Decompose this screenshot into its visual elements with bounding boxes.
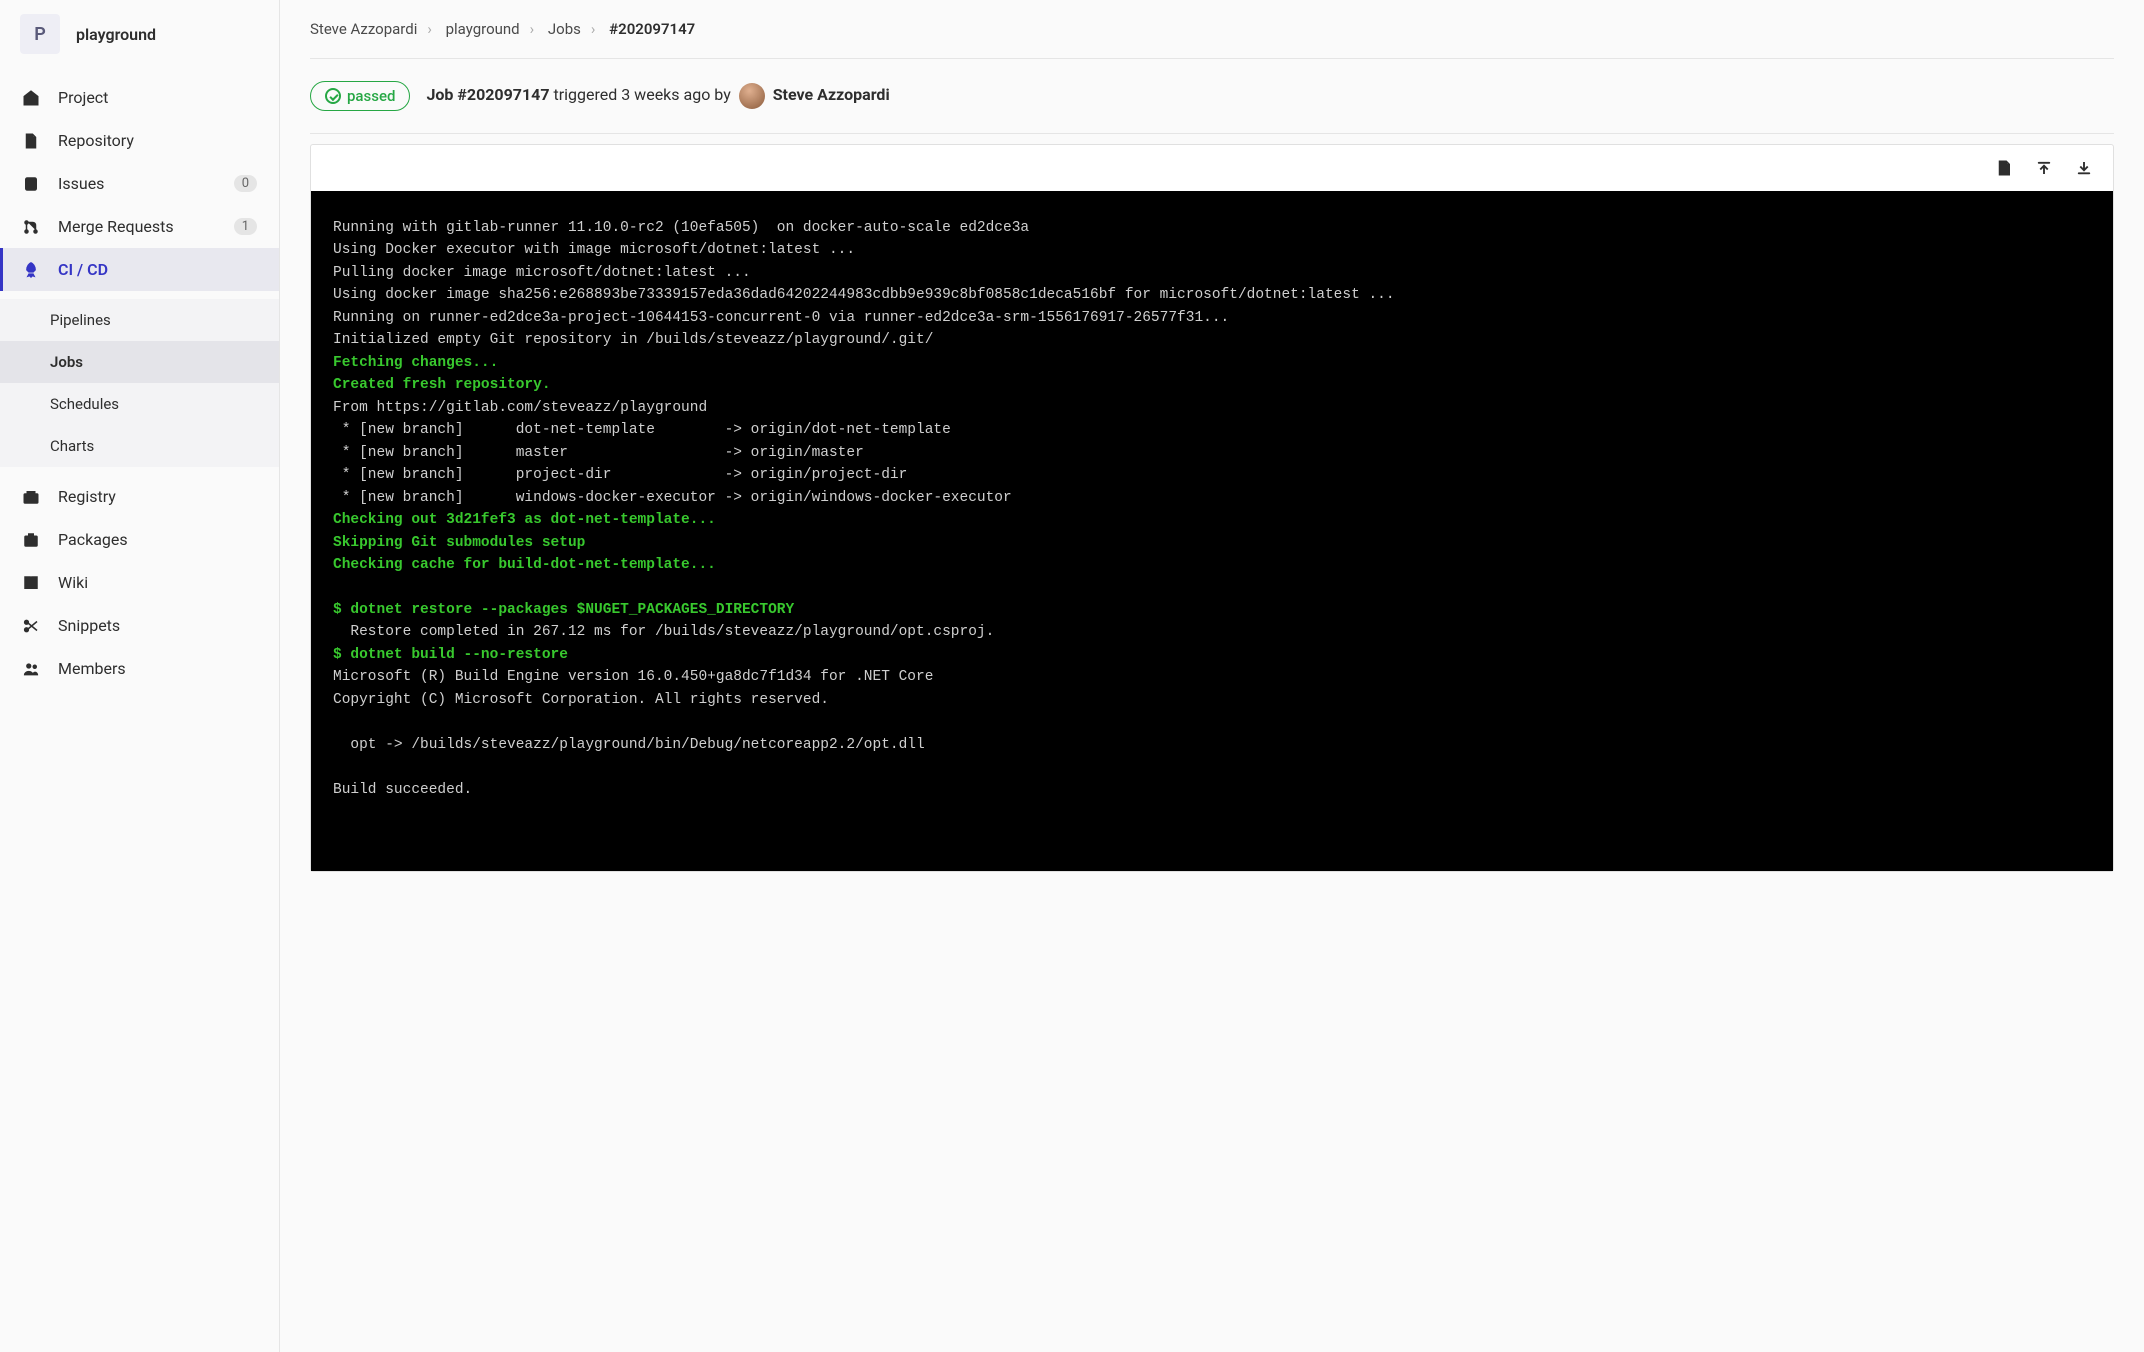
- job-triggered-text: triggered 3 weeks ago by: [550, 85, 735, 104]
- project-avatar: P: [20, 14, 60, 54]
- sidebar: P playground Project Repository Issues 0…: [0, 0, 280, 1352]
- main-content: Steve Azzopardi› playground› Jobs› #2020…: [280, 0, 2144, 1352]
- sidebar-item-snippets[interactable]: Snippets: [0, 604, 279, 647]
- log-line: Using docker image sha256:e268893be73339…: [333, 287, 1395, 303]
- sidebar-item-label: Registry: [58, 487, 116, 506]
- issues-count-badge: 0: [234, 175, 257, 192]
- status-text: passed: [347, 87, 395, 105]
- log-line: Running on runner-ed2dce3a-project-10644…: [333, 310, 1229, 326]
- breadcrumb-project[interactable]: playground: [446, 20, 520, 38]
- check-circle-icon: [325, 88, 341, 104]
- sidebar-item-members[interactable]: Members: [0, 647, 279, 690]
- home-icon: [22, 89, 40, 107]
- scroll-bottom-button[interactable]: [2075, 159, 2093, 177]
- mr-count-badge: 1: [234, 218, 257, 235]
- avatar[interactable]: [739, 83, 765, 109]
- sidebar-item-label: Issues: [58, 174, 104, 193]
- log-line: Copyright (C) Microsoft Corporation. All…: [333, 692, 829, 708]
- sidebar-item-ci-cd[interactable]: CI / CD: [0, 248, 279, 291]
- log-line: Checking out 3d21fef3 as dot-net-templat…: [333, 512, 716, 528]
- log-toolbar: [311, 145, 2113, 191]
- log-line: opt -> /builds/steveazz/playground/bin/D…: [333, 737, 925, 753]
- breadcrumb-user[interactable]: Steve Azzopardi: [310, 20, 417, 38]
- sidebar-header[interactable]: P playground: [0, 0, 279, 68]
- sidebar-item-registry[interactable]: Registry: [0, 475, 279, 518]
- subnav-schedules[interactable]: Schedules: [0, 383, 279, 425]
- log-line: * [new branch] master -> origin/master: [333, 445, 864, 461]
- log-line: Created fresh repository.: [333, 377, 551, 393]
- sidebar-item-repository[interactable]: Repository: [0, 119, 279, 162]
- log-line: Running with gitlab-runner 11.10.0-rc2 (…: [333, 220, 1029, 236]
- ci-cd-subnav: Pipelines Jobs Schedules Charts: [0, 299, 279, 467]
- job-title-prefix: Job: [426, 85, 457, 104]
- sidebar-item-label: Snippets: [58, 616, 120, 635]
- sidebar-item-issues[interactable]: Issues 0: [0, 162, 279, 205]
- sidebar-item-wiki[interactable]: Wiki: [0, 561, 279, 604]
- merge-icon: [22, 218, 40, 236]
- log-line: Microsoft (R) Build Engine version 16.0.…: [333, 669, 933, 685]
- package-icon: [22, 531, 40, 549]
- log-line: Using Docker executor with image microso…: [333, 242, 855, 258]
- sidebar-item-merge-requests[interactable]: Merge Requests 1: [0, 205, 279, 248]
- raw-log-button[interactable]: [1995, 159, 2013, 177]
- log-line: $ dotnet build --no-restore: [333, 647, 568, 663]
- log-line: From https://gitlab.com/steveazz/playgro…: [333, 400, 707, 416]
- sidebar-item-label: Wiki: [58, 573, 88, 592]
- job-title: Job #202097147 triggered 3 weeks ago by …: [426, 83, 889, 109]
- sidebar-item-project[interactable]: Project: [0, 76, 279, 119]
- subnav-jobs[interactable]: Jobs: [0, 341, 279, 383]
- subnav-charts[interactable]: Charts: [0, 425, 279, 467]
- scissors-icon: [22, 617, 40, 635]
- book-icon: [22, 574, 40, 592]
- subnav-pipelines[interactable]: Pipelines: [0, 299, 279, 341]
- job-header: passed Job #202097147 triggered 3 weeks …: [280, 59, 2144, 133]
- registry-icon: [22, 488, 40, 506]
- log-line: * [new branch] dot-net-template -> origi…: [333, 422, 951, 438]
- sidebar-item-label: Packages: [58, 530, 128, 549]
- log-line: $ dotnet restore --packages $NUGET_PACKA…: [333, 602, 794, 618]
- sidebar-item-label: Project: [58, 88, 108, 107]
- sidebar-item-label: Repository: [58, 131, 134, 150]
- sidebar-item-packages[interactable]: Packages: [0, 518, 279, 561]
- breadcrumb: Steve Azzopardi› playground› Jobs› #2020…: [280, 0, 2144, 58]
- members-icon: [22, 660, 40, 678]
- log-line: Initialized empty Git repository in /bui…: [333, 332, 933, 348]
- sidebar-item-label: CI / CD: [58, 260, 108, 279]
- breadcrumb-jobs[interactable]: Jobs: [548, 20, 581, 38]
- status-badge: passed: [310, 81, 410, 111]
- file-icon: [22, 132, 40, 150]
- job-user-name[interactable]: Steve Azzopardi: [773, 85, 890, 104]
- log-line: Pulling docker image microsoft/dotnet:la…: [333, 265, 751, 281]
- issues-icon: [22, 175, 40, 193]
- sidebar-item-label: Members: [58, 659, 126, 678]
- log-line: * [new branch] project-dir -> origin/pro…: [333, 467, 907, 483]
- sidebar-item-label: Merge Requests: [58, 217, 174, 236]
- log-line: Checking cache for build-dot-net-templat…: [333, 557, 716, 573]
- breadcrumb-current: #202097147: [609, 20, 695, 38]
- terminal-output[interactable]: Running with gitlab-runner 11.10.0-rc2 (…: [311, 191, 2113, 871]
- log-line: Fetching changes...: [333, 355, 498, 371]
- log-line: Restore completed in 267.12 ms for /buil…: [333, 624, 994, 640]
- log-line: * [new branch] windows-docker-executor -…: [333, 490, 1012, 506]
- scroll-top-button[interactable]: [2035, 159, 2053, 177]
- job-title-id: #202097147: [457, 85, 549, 104]
- log-line: Build succeeded.: [333, 782, 472, 798]
- job-log-panel: Running with gitlab-runner 11.10.0-rc2 (…: [310, 144, 2114, 872]
- project-name: playground: [76, 25, 156, 44]
- log-line: Skipping Git submodules setup: [333, 535, 585, 551]
- rocket-icon: [22, 261, 40, 279]
